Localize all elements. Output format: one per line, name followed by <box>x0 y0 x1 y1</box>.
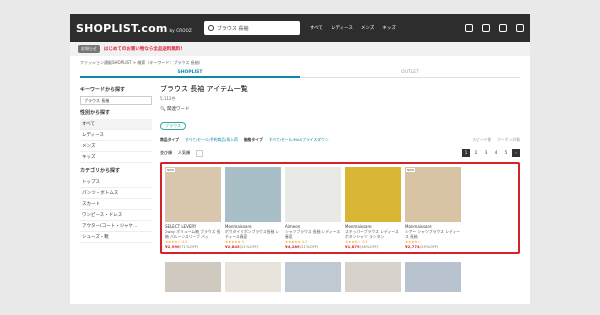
filter-row: 商品タイプ すべて/セール/予約商品/再入荷 価格タイプ すべて/セール/MAX… <box>160 137 520 143</box>
gender-mens[interactable]: メンズ <box>80 141 152 152</box>
tab-outlet[interactable]: OUTLET <box>300 68 520 78</box>
category-tops[interactable]: トップス <box>80 177 152 188</box>
product-image[interactable] <box>285 167 341 222</box>
product-image[interactable]: NEW <box>165 167 221 222</box>
gender-kids[interactable]: キッズ <box>80 152 152 163</box>
keyword-heading: キーワードから探す <box>80 87 126 93</box>
logo[interactable]: SHOPLIST.com by CROOZ <box>76 22 192 35</box>
nav-ladies[interactable]: レディース <box>331 25 353 31</box>
account-icon[interactable] <box>465 24 473 32</box>
nav-all[interactable]: すべて <box>310 25 323 31</box>
main-nav: すべて レディース メンズ キッズ <box>310 25 396 31</box>
product-card[interactable]: Aimeon シャツブラウス 長袖 レディース 春夏 ★★★★★ 4.7 ¥4,289… <box>285 167 341 249</box>
category-shoes[interactable]: シューズ・靴 <box>80 232 152 243</box>
page-3[interactable]: 3 <box>482 149 490 157</box>
gender-all[interactable]: すべて <box>80 119 152 130</box>
page: SHOPLIST.com by CROOZ ブラウス 長袖 すべて レディース メ… <box>70 14 530 304</box>
nav-kids[interactable]: キッズ <box>382 25 396 31</box>
product-price: ¥2,990(71%OFF) <box>165 244 199 249</box>
product-title[interactable]: スキッパーブラウス レディース ボタンシャツ ランタン <box>345 229 401 239</box>
product-card[interactable]: NEW Monmaissare シアー シャツブラウス レディース 長袖 ★★★★☆ ¥… <box>405 167 461 249</box>
page-5[interactable]: 5 <box>502 149 510 157</box>
result-count: 5,112件 <box>160 96 176 101</box>
product-thumbnail[interactable] <box>225 262 281 292</box>
promo-badge: お知らせ <box>78 45 100 53</box>
page-title: ブラウス 長袖 アイテム一覧 <box>160 85 248 93</box>
product-title[interactable]: シアー シャツブラウス レディース 長袖 <box>405 229 461 239</box>
page-2[interactable]: 2 <box>472 149 480 157</box>
tab-shoplist[interactable]: SHOPLIST <box>80 68 300 78</box>
cart-icon[interactable] <box>499 24 507 32</box>
sort-select[interactable]: 人気順 <box>178 150 190 156</box>
product-title[interactable]: シャツブラウス 長袖 レディース 春夏 <box>285 229 341 239</box>
category-outer[interactable]: アウター(コート・ジャケ... <box>80 221 152 232</box>
promo-bar[interactable]: お知らせ はじめてのお買い物なら全品送料無料! <box>70 42 530 56</box>
menu-icon[interactable] <box>516 24 524 32</box>
product-thumbnail[interactable] <box>345 262 401 292</box>
search-input[interactable]: ブラウス 長袖 <box>203 21 300 35</box>
pagination: 1 2 3 4 5 › <box>462 149 520 157</box>
page-next[interactable]: › <box>512 149 520 157</box>
keyword-field[interactable]: ブラウス 長袖 <box>80 96 152 105</box>
price-type-links[interactable]: すべて/セール/MAXプライスダウン <box>269 137 329 143</box>
product-card[interactable]: Monmaissare スキッパーブラウス レディース ボタンシャツ ランタン ★★… <box>345 167 401 249</box>
product-title[interactable]: ボウタイリボンブラウス長袖 レディース春夏 <box>225 229 281 239</box>
related-words-label: 🔍 関連ワード <box>160 107 190 112</box>
sidebar: キーワードから探す ブラウス 長袖 性別から探す すべて レディース メンズ キ… <box>80 82 152 292</box>
new-badge: NEW <box>406 168 416 172</box>
speed-delivery-toggle[interactable]: スピード便 <box>472 137 491 143</box>
page-4[interactable]: 4 <box>492 149 500 157</box>
product-thumbnail[interactable] <box>285 262 341 292</box>
product-title[interactable]: 2way ボリューム袖 ブラウス 長袖 バルーンスリーブ バッ <box>165 229 221 239</box>
sort-label: 並び順 <box>160 150 172 155</box>
product-price: ¥1,879(38%OFF) <box>345 244 379 249</box>
product-card[interactable]: Monmaissare ボウタイリボンブラウス長袖 レディース春夏 ★★★★★ 5 ¥… <box>225 167 281 249</box>
nav-mens[interactable]: メンズ <box>361 25 374 31</box>
product-image[interactable]: NEW <box>405 167 461 222</box>
product-grid-highlight: NEW SELECT LEVERY 2way ボリューム袖 ブラウス 長袖 バルーン… <box>160 162 520 254</box>
top-header: SHOPLIST.com by CROOZ ブラウス 長袖 すべて レディース メ… <box>70 14 530 42</box>
product-price: ¥4,289(21%OFF) <box>285 244 319 249</box>
breadcrumb: ファッション通販SHOPLIST > 検索（キーワード：ブラウス 長袖） <box>80 60 203 65</box>
product-price: ¥2,774(25%OFF) <box>405 244 439 249</box>
new-badge: NEW <box>166 168 176 172</box>
page-1[interactable]: 1 <box>462 149 470 157</box>
sort-row: 並び順 人気順 1 2 3 4 5 › <box>160 149 520 157</box>
product-image[interactable] <box>225 167 281 222</box>
sort-toggle-button[interactable] <box>196 149 203 157</box>
category-pants[interactable]: パンツ・ボトムス <box>80 188 152 199</box>
category-dress[interactable]: ワンピース・ドレス <box>80 210 152 221</box>
promo-text: はじめてのお買い物なら全品送料無料! <box>103 47 183 52</box>
product-image[interactable] <box>345 167 401 222</box>
product-thumbnail[interactable] <box>165 262 221 292</box>
coupon-toggle[interactable]: クーポン対象 <box>497 137 520 143</box>
category-heading: カテゴリから探す <box>80 168 121 174</box>
search-icon <box>207 25 214 31</box>
gender-ladies[interactable]: レディース <box>80 130 152 141</box>
related-chip[interactable]: ブラウス <box>160 122 186 130</box>
product-card[interactable]: NEW SELECT LEVERY 2way ボリューム袖 ブラウス 長袖 バルーン… <box>165 167 221 249</box>
product-price: ¥2,845(21%OFF) <box>225 244 259 249</box>
category-skirt[interactable]: スカート <box>80 199 152 210</box>
store-tabs: SHOPLIST OUTLET <box>80 68 520 78</box>
gender-heading: 性別から探す <box>80 110 111 116</box>
product-thumbnail[interactable] <box>405 262 461 292</box>
results-main: ブラウス 長袖 アイテム一覧 5,112件 🔍 関連ワード ブラウス 商品タイプ… <box>152 82 520 292</box>
next-product-row <box>160 262 520 292</box>
product-type-links[interactable]: すべて/セール/予約商品/再入荷 <box>185 137 238 143</box>
favorite-icon[interactable] <box>482 24 490 32</box>
